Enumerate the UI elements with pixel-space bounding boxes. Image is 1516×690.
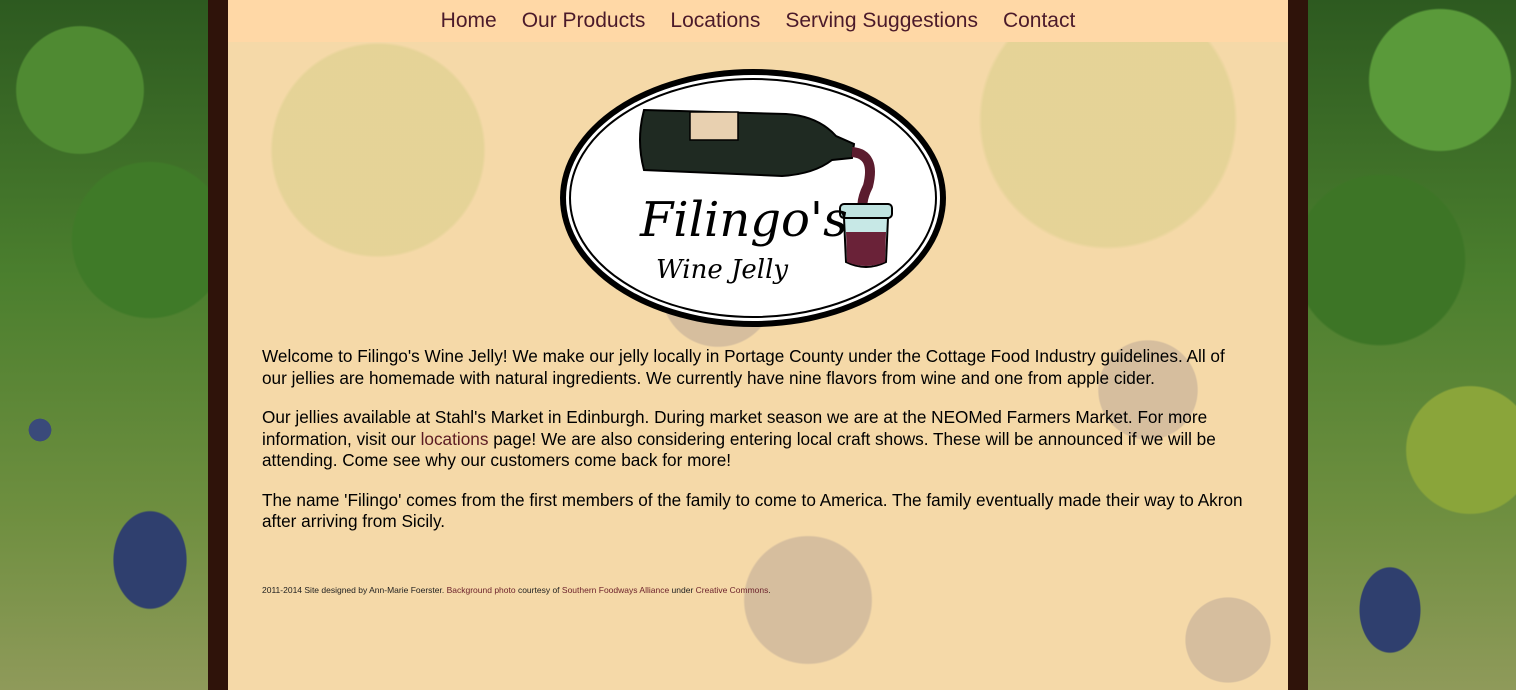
nav-contact-link[interactable]: Contact <box>1003 9 1075 33</box>
intro-paragraph-3: The name 'Filingo' comes from the first … <box>262 489 1243 532</box>
background-photo-link[interactable]: Background photo <box>447 585 516 595</box>
footer-end: . <box>768 585 771 595</box>
nav-home-link[interactable]: Home <box>441 9 497 33</box>
logo-brand-text: Filingo's <box>639 192 848 248</box>
jelly-jar-icon <box>839 203 893 268</box>
nav-serving-suggestions-link[interactable]: Serving Suggestions <box>785 9 978 33</box>
nav-locations-link[interactable]: Locations <box>670 9 760 33</box>
site-logo: Filingo's Wine Jelly <box>560 69 946 327</box>
creative-commons-link[interactable]: Creative Commons <box>696 585 769 595</box>
intro-paragraph-2: Our jellies available at Stahl's Market … <box>262 407 1252 472</box>
footer-under: under <box>669 585 696 595</box>
intro-paragraph-1: Welcome to Filingo's Wine Jelly! We make… <box>262 346 1225 388</box>
logo-subtitle-text: Wine Jelly <box>656 255 788 285</box>
main-content: Welcome to Filingo's Wine Jelly! We make… <box>262 346 1252 551</box>
nav-our-products-link[interactable]: Our Products <box>522 9 646 33</box>
footer-prefix: 2011-2014 Site designed by Ann-Marie Foe… <box>262 585 447 595</box>
footer-courtesy: courtesy of <box>515 585 562 595</box>
southern-foodways-link[interactable]: Southern Foodways Alliance <box>562 585 669 595</box>
locations-link[interactable]: locations <box>421 429 489 449</box>
footer-credits: 2011-2014 Site designed by Ann-Marie Foe… <box>262 585 1252 595</box>
main-nav: Home Our Products Locations Serving Sugg… <box>228 0 1288 42</box>
